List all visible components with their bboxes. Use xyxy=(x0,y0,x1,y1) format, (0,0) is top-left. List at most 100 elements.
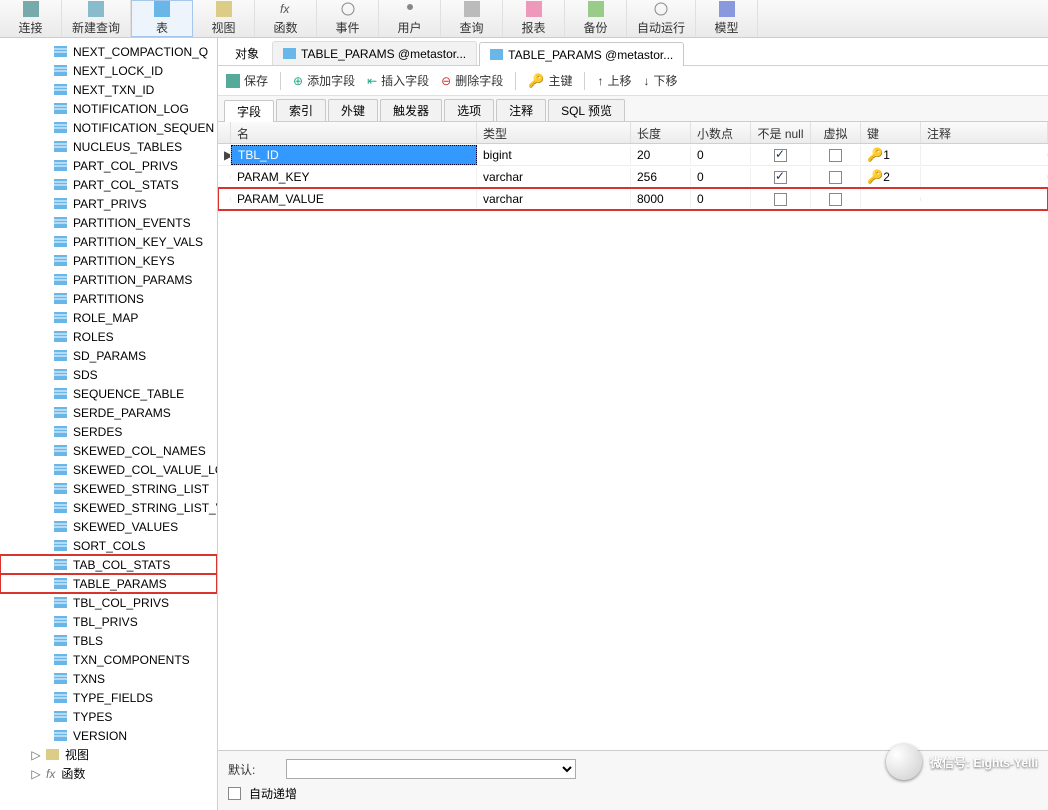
tree-item-next_compaction_q[interactable]: NEXT_COMPACTION_Q xyxy=(0,42,217,61)
subtab-sql[interactable]: SQL 预览 xyxy=(548,99,625,121)
user-icon xyxy=(402,1,418,17)
ribbon-event[interactable]: 事件 xyxy=(317,0,379,37)
table-icon xyxy=(54,141,67,152)
tree-item-next_lock_id[interactable]: NEXT_LOCK_ID xyxy=(0,61,217,80)
tree-item-partition_events[interactable]: PARTITION_EVENTS xyxy=(0,213,217,232)
ribbon-backup[interactable]: 备份 xyxy=(565,0,627,37)
virtual-checkbox[interactable] xyxy=(829,193,842,206)
tree-item-skewed_col_value_lo[interactable]: SKEWED_COL_VALUE_LO xyxy=(0,460,217,479)
tree-item-sds[interactable]: SDS xyxy=(0,365,217,384)
table-icon xyxy=(154,1,170,17)
ribbon-query[interactable]: 查询 xyxy=(441,0,503,37)
tree-item-types[interactable]: TYPES xyxy=(0,707,217,726)
tree-item-sequence_table[interactable]: SEQUENCE_TABLE xyxy=(0,384,217,403)
primary-key-button[interactable]: 🔑主键 xyxy=(528,72,572,89)
tree-item-version[interactable]: VERSION xyxy=(0,726,217,745)
tree-item-next_txn_id[interactable]: NEXT_TXN_ID xyxy=(0,80,217,99)
tree-item-part_col_stats[interactable]: PART_COL_STATS xyxy=(0,175,217,194)
tree-item-nucleus_tables[interactable]: NUCLEUS_TABLES xyxy=(0,137,217,156)
tree-item-partition_key_vals[interactable]: PARTITION_KEY_VALS xyxy=(0,232,217,251)
tree-item-skewed_string_list[interactable]: SKEWED_STRING_LIST xyxy=(0,479,217,498)
key-icon: 🔑 xyxy=(867,169,883,184)
notnull-checkbox[interactable] xyxy=(774,193,787,206)
ribbon-connect[interactable]: 连接 xyxy=(0,0,62,37)
tree-item-part_col_privs[interactable]: PART_COL_PRIVS xyxy=(0,156,217,175)
subtab-index[interactable]: 索引 xyxy=(276,99,326,121)
default-select[interactable] xyxy=(286,759,576,779)
virtual-checkbox[interactable] xyxy=(829,149,842,162)
subtab-fields[interactable]: 字段 xyxy=(224,100,274,122)
tree-item-partitions[interactable]: PARTITIONS xyxy=(0,289,217,308)
tree-item-serdes[interactable]: SERDES xyxy=(0,422,217,441)
ribbon-report[interactable]: 报表 xyxy=(503,0,565,37)
tree-functions[interactable]: ▷fx函数 xyxy=(0,764,217,783)
table-icon xyxy=(54,464,67,475)
tree-item-txns[interactable]: TXNS xyxy=(0,669,217,688)
ribbon-view[interactable]: 视图 xyxy=(193,0,255,37)
grid-row[interactable]: ▶TBL_IDbigint200🔑1 xyxy=(218,144,1048,166)
tab-table-params-2[interactable]: TABLE_PARAMS @metastor... xyxy=(479,42,684,66)
ribbon-model[interactable]: 模型 xyxy=(696,0,758,37)
minus-icon: ⊖ xyxy=(441,74,451,88)
tree-item-skewed_string_list_v[interactable]: SKEWED_STRING_LIST_V xyxy=(0,498,217,517)
table-icon xyxy=(54,502,67,513)
tree-item-tab_col_stats[interactable]: TAB_COL_STATS xyxy=(0,555,217,574)
table-icon xyxy=(54,274,67,285)
notnull-checkbox[interactable] xyxy=(774,149,787,162)
tree-item-tbls[interactable]: TBLS xyxy=(0,631,217,650)
tree-item-sd_params[interactable]: SD_PARAMS xyxy=(0,346,217,365)
tree-views[interactable]: ▷视图 xyxy=(0,745,217,764)
tree-item-skewed_values[interactable]: SKEWED_VALUES xyxy=(0,517,217,536)
sidebar-tree[interactable]: NEXT_COMPACTION_QNEXT_LOCK_IDNEXT_TXN_ID… xyxy=(0,38,218,810)
ribbon-new-query[interactable]: 新建查询 xyxy=(62,0,131,37)
tree-item-notification_sequen[interactable]: NOTIFICATION_SEQUEN xyxy=(0,118,217,137)
subtab-fkey[interactable]: 外键 xyxy=(328,99,378,121)
virtual-checkbox[interactable] xyxy=(829,171,842,184)
tree-item-tbl_col_privs[interactable]: TBL_COL_PRIVS xyxy=(0,593,217,612)
delete-field-button[interactable]: ⊖删除字段 xyxy=(441,72,503,89)
tree-item-serde_params[interactable]: SERDE_PARAMS xyxy=(0,403,217,422)
grid-row[interactable]: PARAM_VALUEvarchar80000 xyxy=(218,188,1048,210)
ribbon-user[interactable]: 用户 xyxy=(379,0,441,37)
tree-item-roles[interactable]: ROLES xyxy=(0,327,217,346)
autorun-icon xyxy=(653,1,669,17)
subtab-option[interactable]: 选项 xyxy=(444,99,494,121)
tree-item-type_fields[interactable]: TYPE_FIELDS xyxy=(0,688,217,707)
autoinc-checkbox[interactable] xyxy=(228,787,241,800)
tab-object[interactable]: 对象 xyxy=(224,41,270,65)
field-properties: 默认: 自动递增 xyxy=(218,750,1048,810)
table-icon xyxy=(54,46,67,57)
grid-header: 名 类型 长度 小数点 不是 null 虚拟 键 注释 xyxy=(218,122,1048,144)
model-icon xyxy=(719,1,735,17)
tree-item-notification_log[interactable]: NOTIFICATION_LOG xyxy=(0,99,217,118)
table-icon xyxy=(54,312,67,323)
subtab-comment[interactable]: 注释 xyxy=(496,99,546,121)
subtab-trigger[interactable]: 触发器 xyxy=(380,99,442,121)
tree-item-tbl_privs[interactable]: TBL_PRIVS xyxy=(0,612,217,631)
tree-item-table_params[interactable]: TABLE_PARAMS xyxy=(0,574,217,593)
grid-row[interactable]: PARAM_KEYvarchar2560🔑2 xyxy=(218,166,1048,188)
tree-item-partition_params[interactable]: PARTITION_PARAMS xyxy=(0,270,217,289)
save-button[interactable]: 保存 xyxy=(226,72,268,89)
tree-item-skewed_col_names[interactable]: SKEWED_COL_NAMES xyxy=(0,441,217,460)
tree-item-partition_keys[interactable]: PARTITION_KEYS xyxy=(0,251,217,270)
table-icon xyxy=(54,331,67,342)
tree-item-sort_cols[interactable]: SORT_COLS xyxy=(0,536,217,555)
ribbon-function[interactable]: fx函数 xyxy=(255,0,317,37)
table-icon xyxy=(54,616,67,627)
insert-field-button[interactable]: ⇤插入字段 xyxy=(367,72,429,89)
move-up-button[interactable]: ↑上移 xyxy=(597,72,631,89)
move-down-button[interactable]: ↓下移 xyxy=(643,72,677,89)
tab-table-params-1[interactable]: TABLE_PARAMS @metastor... xyxy=(272,41,477,65)
ribbon-autorun[interactable]: 自动运行 xyxy=(627,0,696,37)
notnull-checkbox[interactable] xyxy=(774,171,787,184)
table-icon xyxy=(54,217,67,228)
table-icon xyxy=(54,65,67,76)
field-grid[interactable]: 名 类型 长度 小数点 不是 null 虚拟 键 注释 ▶TBL_IDbigin… xyxy=(218,122,1048,750)
add-field-button[interactable]: ⊕添加字段 xyxy=(293,72,355,89)
ribbon-table[interactable]: 表 xyxy=(131,0,193,37)
report-icon xyxy=(526,1,542,17)
tree-item-part_privs[interactable]: PART_PRIVS xyxy=(0,194,217,213)
tree-item-role_map[interactable]: ROLE_MAP xyxy=(0,308,217,327)
tree-item-txn_components[interactable]: TXN_COMPONENTS xyxy=(0,650,217,669)
